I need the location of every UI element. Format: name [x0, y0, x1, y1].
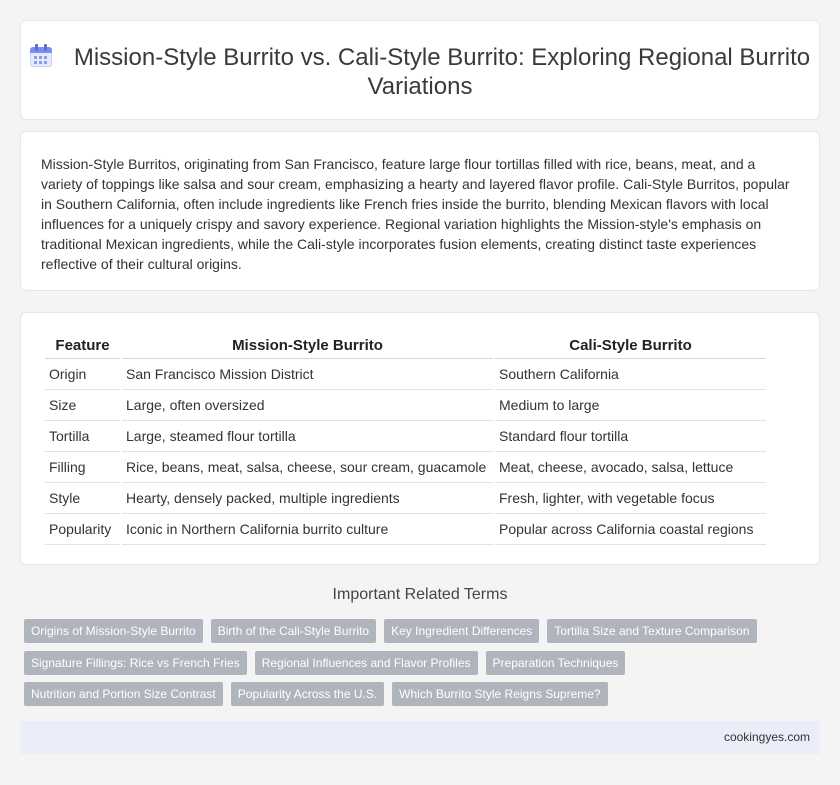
- related-tags-row: Nutrition and Portion Size Contrast Popu…: [24, 682, 824, 706]
- row-cali-value: Popular across California coastal region…: [495, 514, 766, 545]
- row-feature: Tortilla: [45, 421, 120, 452]
- summary-text: Mission-Style Burritos, originating from…: [41, 156, 790, 272]
- related-tag[interactable]: Nutrition and Portion Size Contrast: [24, 682, 223, 706]
- row-mission-value: Iconic in Northern California burrito cu…: [122, 514, 493, 545]
- related-terms-heading: Important Related Terms: [332, 586, 508, 603]
- row-cali-value: Medium to large: [495, 390, 766, 421]
- header-cali: Cali-Style Burrito: [495, 333, 766, 359]
- row-feature: Size: [45, 390, 120, 421]
- header-feature: Feature: [45, 333, 120, 359]
- row-cali-value: Meat, cheese, avocado, salsa, lettuce: [495, 452, 766, 483]
- row-mission-value: Hearty, densely packed, multiple ingredi…: [122, 483, 493, 514]
- related-tag[interactable]: Regional Influences and Flavor Profiles: [254, 651, 478, 675]
- related-tag[interactable]: Birth of the Cali-Style Burrito: [210, 619, 377, 643]
- page-title: Mission-Style Burrito vs. Cali-Style Bur…: [73, 44, 811, 100]
- footer-site-name[interactable]: cookingyes.com: [724, 730, 810, 744]
- row-mission-value: Large, often oversized: [122, 390, 493, 421]
- table-row: Tortilla Large, steamed flour tortilla S…: [45, 421, 766, 452]
- related-tag[interactable]: Popularity Across the U.S.: [230, 682, 385, 706]
- row-feature: Origin: [45, 359, 120, 390]
- row-feature: Popularity: [45, 514, 120, 545]
- comparison-card: Feature Mission-Style Burrito Cali-Style…: [20, 312, 820, 565]
- footer-bar: cookingyes.com: [20, 721, 820, 754]
- header-card: Mission-Style Burrito vs. Cali-Style Bur…: [20, 20, 820, 120]
- related-tag[interactable]: Preparation Techniques: [485, 651, 626, 675]
- related-tag[interactable]: Which Burrito Style Reigns Supreme?: [392, 682, 608, 706]
- row-mission-value: San Francisco Mission District: [122, 359, 493, 390]
- related-tags-row: Origins of Mission-Style Burrito Birth o…: [24, 619, 824, 643]
- summary-card: Mission-Style Burritos, originating from…: [20, 131, 820, 291]
- row-cali-value: Fresh, lighter, with vegetable focus: [495, 483, 766, 514]
- row-mission-value: Large, steamed flour tortilla: [122, 421, 493, 452]
- table-row: Size Large, often oversized Medium to la…: [45, 390, 766, 421]
- header-mission: Mission-Style Burrito: [122, 333, 493, 359]
- calendar-icon: [29, 44, 52, 68]
- table-row: Origin San Francisco Mission District So…: [45, 359, 766, 390]
- related-tag[interactable]: Origins of Mission-Style Burrito: [24, 619, 203, 643]
- table-row: Style Hearty, densely packed, multiple i…: [45, 483, 766, 514]
- table-row: Popularity Iconic in Northern California…: [45, 514, 766, 545]
- related-tag[interactable]: Key Ingredient Differences: [384, 619, 540, 643]
- row-feature: Filling: [45, 452, 120, 483]
- table-row: Filling Rice, beans, meat, salsa, cheese…: [45, 452, 766, 483]
- comparison-table: Feature Mission-Style Burrito Cali-Style…: [43, 333, 768, 545]
- row-cali-value: Standard flour tortilla: [495, 421, 766, 452]
- row-feature: Style: [45, 483, 120, 514]
- row-mission-value: Rice, beans, meat, salsa, cheese, sour c…: [122, 452, 493, 483]
- page-title-block: Mission-Style Burrito vs. Cali-Style Bur…: [21, 43, 819, 101]
- related-tag[interactable]: Signature Fillings: Rice vs French Fries: [24, 651, 247, 675]
- related-tags-row: Signature Fillings: Rice vs French Fries…: [24, 651, 824, 675]
- row-cali-value: Southern California: [495, 359, 766, 390]
- related-tag[interactable]: Tortilla Size and Texture Comparison: [547, 619, 757, 643]
- table-header-row: Feature Mission-Style Burrito Cali-Style…: [45, 333, 766, 359]
